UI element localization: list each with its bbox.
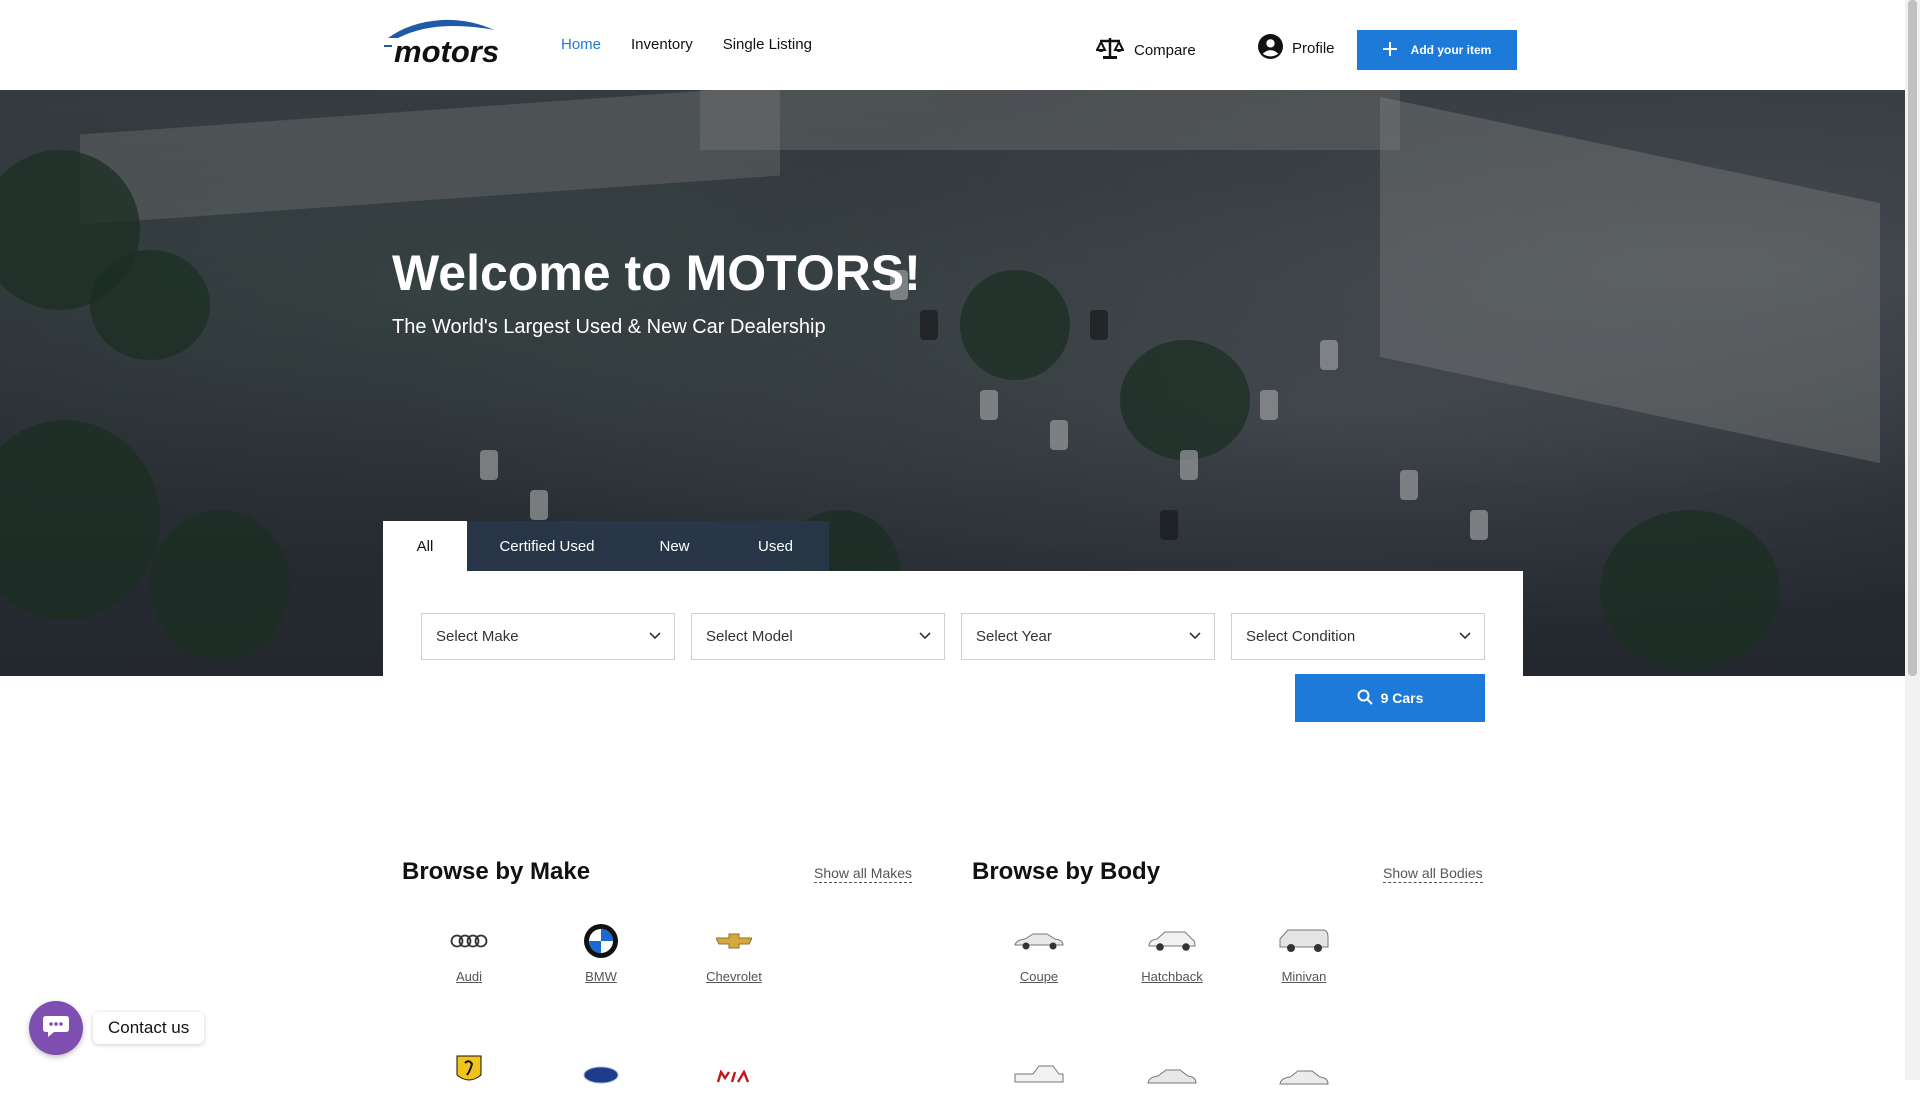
hatchback-car-icon — [1112, 921, 1232, 961]
body-label: Coupe — [1019, 969, 1059, 984]
sedan-car-icon — [1112, 1057, 1232, 1097]
make-item-ferrari-partial[interactable] — [409, 1050, 529, 1090]
add-item-button[interactable]: Add your item — [1357, 30, 1517, 70]
make-item-bmw[interactable]: BMW — [541, 921, 661, 984]
hero-subtitle: The World's Largest Used & New Car Deale… — [392, 316, 826, 338]
profile-link[interactable]: Profile — [1258, 34, 1335, 63]
tab-all[interactable]: All — [383, 521, 467, 571]
motors-logo[interactable]: motors — [382, 16, 499, 69]
chevron-down-icon — [1188, 629, 1202, 647]
site-header: motors Home Inventory Single Listing Com… — [0, 0, 1905, 90]
body-item-pickup-partial[interactable] — [979, 1055, 1099, 1095]
chevron-down-icon — [918, 629, 932, 647]
suv-car-icon — [1244, 1058, 1364, 1098]
chevrolet-logo-icon — [674, 921, 794, 961]
body-item-hatchback[interactable]: Hatchback — [1112, 921, 1232, 984]
chevron-down-icon — [1458, 629, 1472, 647]
select-make-label: Select Make — [436, 628, 519, 645]
nav-inventory[interactable]: Inventory — [631, 36, 693, 53]
hero-title: Welcome to MOTORS! — [392, 245, 921, 301]
add-item-label: Add your item — [1410, 43, 1492, 57]
make-label: BMW — [585, 969, 617, 984]
select-year[interactable]: Select Year — [961, 613, 1215, 660]
make-item-kia-partial[interactable] — [674, 1057, 794, 1097]
pickup-car-icon — [979, 1055, 1099, 1095]
browse-make-title: Browse by Make — [402, 858, 591, 885]
select-year-label: Select Year — [976, 628, 1052, 645]
minivan-car-icon — [1244, 921, 1364, 961]
contact-label[interactable]: Contact us — [93, 1012, 205, 1044]
search-tabs: All Certified Used New Used — [383, 521, 829, 571]
chevron-down-icon — [648, 629, 662, 647]
make-item-chevrolet[interactable]: Chevrolet — [674, 921, 794, 984]
user-icon — [1258, 34, 1283, 63]
make-item-audi[interactable]: Audi — [409, 921, 529, 984]
browse-body-title: Browse by Body — [972, 858, 1161, 885]
nav-home[interactable]: Home — [561, 36, 601, 53]
bmw-logo-icon — [541, 921, 661, 961]
search-cars-button[interactable]: 9 Cars — [1295, 674, 1485, 722]
plus-icon — [1382, 41, 1397, 59]
chat-bubble-icon — [42, 1013, 70, 1044]
body-item-coupe[interactable]: Coupe — [979, 921, 1099, 984]
profile-label: Profile — [1292, 40, 1335, 57]
select-model-label: Select Model — [706, 628, 793, 645]
select-make[interactable]: Select Make — [421, 613, 675, 660]
kia-logo-icon — [674, 1057, 794, 1097]
ford-logo-icon — [541, 1055, 661, 1095]
tab-certified-used[interactable]: Certified Used — [467, 521, 627, 571]
body-item-sedan-partial[interactable] — [1112, 1057, 1232, 1097]
body-item-minivan[interactable]: Minivan — [1244, 921, 1364, 984]
page-scrollbar[interactable] — [1905, 0, 1920, 1080]
tab-new[interactable]: New — [627, 521, 722, 571]
search-cars-label: 9 Cars — [1380, 690, 1424, 706]
coupe-car-icon — [979, 921, 1099, 961]
search-icon — [1357, 689, 1373, 708]
body-item-suv-partial[interactable] — [1244, 1058, 1364, 1098]
ferrari-logo-icon — [409, 1050, 529, 1090]
show-all-makes-link[interactable]: Show all Makes — [814, 865, 913, 883]
scale-icon — [1095, 36, 1125, 64]
audi-logo-icon — [409, 921, 529, 961]
search-panel: Select Make Select Model Select Year Sel… — [383, 571, 1523, 747]
scrollbar-thumb[interactable] — [1908, 0, 1917, 676]
compare-label: Compare — [1134, 41, 1196, 59]
select-condition-label: Select Condition — [1246, 628, 1356, 645]
tab-used[interactable]: Used — [722, 521, 829, 571]
compare-link[interactable]: Compare — [1095, 36, 1196, 64]
main-nav: Home Inventory Single Listing — [561, 36, 842, 53]
show-all-bodies-link[interactable]: Show all Bodies — [1383, 865, 1483, 883]
make-label: Audi — [455, 969, 483, 984]
select-condition[interactable]: Select Condition — [1231, 613, 1485, 660]
body-label: Hatchback — [1141, 969, 1203, 984]
nav-single-listing[interactable]: Single Listing — [723, 36, 812, 53]
make-label: Chevrolet — [706, 969, 762, 984]
select-model[interactable]: Select Model — [691, 613, 945, 660]
contact-chat-button[interactable] — [29, 1001, 83, 1055]
make-item-ford-partial[interactable] — [541, 1055, 661, 1095]
svg-text:motors: motors — [394, 34, 498, 66]
body-label: Minivan — [1281, 969, 1327, 984]
